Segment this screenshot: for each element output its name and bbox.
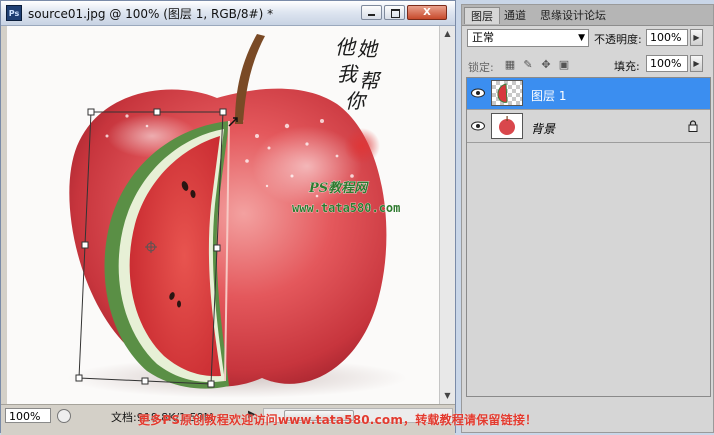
- minimize-button[interactable]: [361, 5, 382, 20]
- calligraphy-char-3: 我: [337, 62, 359, 86]
- tab-channels[interactable]: 通道: [498, 7, 532, 24]
- blend-mode-value: 正常: [472, 31, 494, 44]
- window-title: source01.jpg @ 100% (图层 1, RGB/8#) *: [28, 7, 274, 21]
- photoshop-app-icon: Ps: [6, 5, 22, 21]
- calligraphy-char-1: 他: [335, 35, 357, 59]
- maximize-icon: [391, 9, 400, 18]
- vertical-scrollbar[interactable]: ▲ ▼: [439, 26, 455, 404]
- scroll-up-icon[interactable]: ▲: [442, 28, 453, 39]
- fill-input[interactable]: 100%: [646, 55, 688, 72]
- eye-icon[interactable]: [470, 86, 486, 100]
- tab-forum[interactable]: 思缘设计论坛: [534, 7, 612, 24]
- lock-icon: [688, 120, 698, 132]
- calligraphy-watermark: 他 她 我 帮 你: [335, 35, 382, 113]
- minimize-icon: [368, 14, 375, 16]
- chevron-down-icon: ▼: [578, 33, 585, 43]
- blend-mode-select[interactable]: 正常 ▼: [467, 29, 589, 47]
- zoom-input[interactable]: 100%: [5, 408, 51, 423]
- canvas-artwork: 他 她 我 帮 你 PS教程网 www.tata580.com: [67, 34, 407, 398]
- layers-list: 图层 1 背景: [466, 77, 711, 397]
- layer-name: 图层 1: [531, 89, 567, 103]
- lock-brush-icon[interactable]: ✎: [522, 59, 534, 71]
- lock-label: 锁定:: [468, 61, 494, 74]
- scroll-down-icon[interactable]: ▼: [442, 390, 453, 401]
- layer-thumbnail: [491, 113, 523, 139]
- fill-label: 填充:: [614, 60, 640, 73]
- layer-thumbnail: [491, 80, 523, 106]
- document-window: Ps source01.jpg @ 100% (图层 1, RGB/8#) * …: [0, 0, 456, 435]
- opacity-input[interactable]: 100%: [646, 29, 688, 46]
- close-icon: X: [423, 7, 431, 18]
- lock-transparency-icon[interactable]: ▦: [504, 59, 516, 71]
- layer-name: 背景: [531, 122, 556, 136]
- fill-slider-button[interactable]: ▶: [690, 55, 703, 72]
- opacity-slider-button[interactable]: ▶: [690, 29, 703, 46]
- title-bar[interactable]: Ps source01.jpg @ 100% (图层 1, RGB/8#) * …: [1, 1, 455, 26]
- calligraphy-char-5: 你: [345, 89, 368, 113]
- lock-all-icon[interactable]: ▣: [558, 59, 570, 71]
- layer-row[interactable]: 背景: [467, 111, 710, 143]
- red-seal-icon: [344, 128, 380, 164]
- site-watermark: PS教程网: [308, 180, 369, 196]
- opacity-label: 不透明度:: [594, 33, 642, 46]
- lock-position-icon[interactable]: ✥: [540, 59, 552, 71]
- panel-tabs: 图层 通道 思缘设计论坛: [462, 5, 713, 26]
- eye-icon[interactable]: [470, 119, 486, 133]
- layers-panel: 图层 通道 思缘设计论坛 正常 ▼ 不透明度: 100% ▶ 锁定: ▦ ✎ ✥…: [461, 4, 714, 433]
- layer-row[interactable]: 图层 1: [467, 78, 710, 110]
- calligraphy-char-2: 她: [357, 37, 379, 61]
- status-menu-icon[interactable]: [57, 409, 71, 423]
- tab-layers[interactable]: 图层: [464, 7, 500, 24]
- close-button[interactable]: X: [407, 5, 447, 20]
- url-watermark: www.tata580.com: [292, 201, 400, 215]
- maximize-button[interactable]: [384, 5, 405, 20]
- footer-watermark: 更多PS原创教程欢迎访问www.tata580.com，转载教程请保留链接！: [138, 413, 538, 427]
- image-canvas[interactable]: 他 她 我 帮 你 PS教程网 www.tata580.com: [7, 26, 439, 404]
